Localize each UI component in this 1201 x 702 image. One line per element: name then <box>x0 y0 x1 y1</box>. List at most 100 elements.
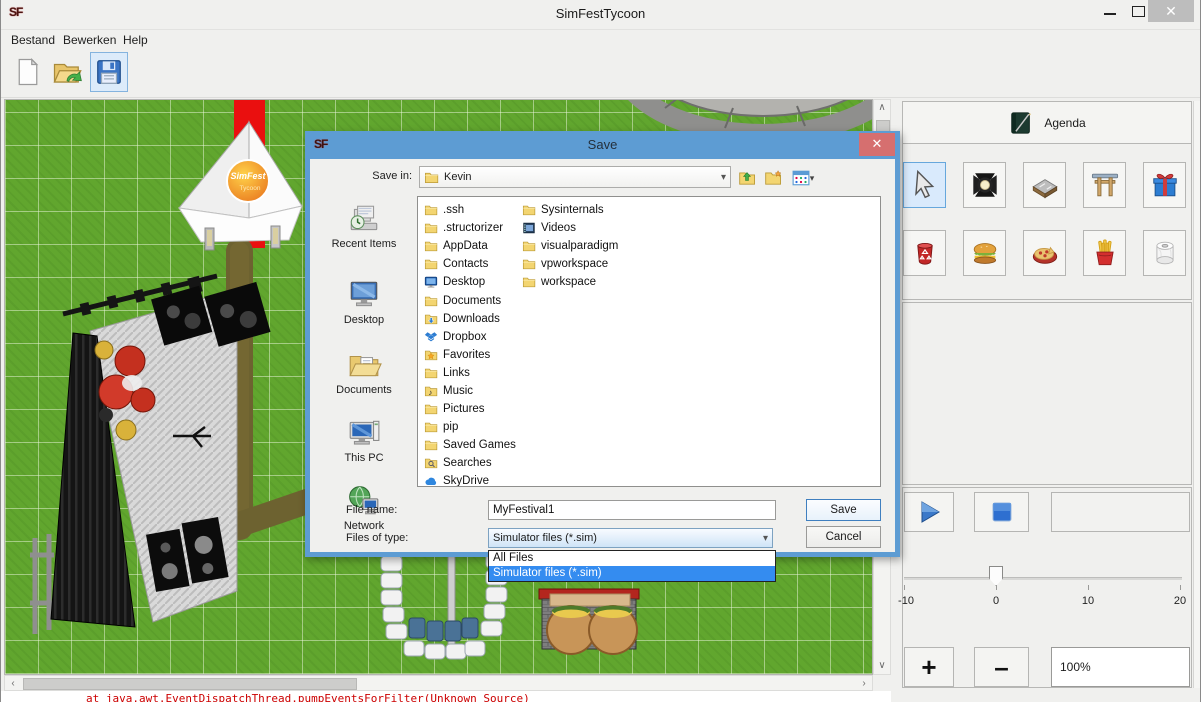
new-folder-button[interactable] <box>762 168 784 188</box>
window-title: SimFestTycoon <box>1 6 1200 21</box>
up-one-level-button[interactable] <box>736 168 758 188</box>
pizza-icon <box>1027 235 1063 271</box>
save-file-button[interactable] <box>90 52 128 92</box>
documents-icon <box>346 348 382 382</box>
titlebar: SF SimFestTycoon ✕ <box>1 0 1200 28</box>
menu-item-bestand[interactable]: Bestand <box>11 33 55 47</box>
zoom-out-button[interactable]: – <box>974 647 1029 687</box>
stage[interactable] <box>30 270 271 634</box>
file-item[interactable]: Pictures <box>424 400 516 418</box>
file-item[interactable]: .structorizer <box>424 219 516 237</box>
save-dialog: SF Save ✕ Save in: Kevin ▾ ▾ Recent Item… <box>305 131 900 557</box>
dialog-close-button[interactable]: ✕ <box>859 133 895 156</box>
file-item[interactable]: visualparadigm <box>522 237 618 255</box>
file-item[interactable]: pip <box>424 418 516 436</box>
file-item[interactable]: Searches <box>424 454 516 472</box>
file-name-label: File name: <box>346 504 397 516</box>
agenda-button[interactable]: Agenda <box>902 101 1192 144</box>
file-item[interactable]: Links <box>424 364 516 382</box>
scrollbar-corner <box>873 675 891 691</box>
canvas-horizontal-scrollbar[interactable]: ‹ › <box>4 675 873 691</box>
file-item[interactable]: Saved Games <box>424 436 516 454</box>
file-item[interactable]: Desktop <box>424 273 516 291</box>
chevron-down-icon: ▾ <box>763 533 768 544</box>
save-in-combobox[interactable]: Kevin ▾ <box>419 166 731 188</box>
tool-button-road[interactable] <box>1023 162 1066 208</box>
tool-button-burger[interactable] <box>963 230 1006 276</box>
file-item[interactable]: AppData <box>424 237 516 255</box>
torii-gate-icon <box>1087 167 1123 203</box>
new-folder-icon <box>764 169 782 187</box>
scroll-right-icon[interactable]: › <box>856 676 872 692</box>
zoom-in-button[interactable]: + <box>904 647 954 687</box>
scroll-left-icon[interactable]: ‹ <box>5 676 21 692</box>
dialog-title: Save <box>305 137 900 152</box>
file-item[interactable]: vpworkspace <box>522 255 618 273</box>
menu-item-bewerken[interactable]: Bewerken <box>63 33 116 47</box>
tool-button-pizza[interactable] <box>1023 230 1066 276</box>
speed-slider-track[interactable] <box>904 577 1182 580</box>
place-documents[interactable]: Documents <box>318 348 410 408</box>
tool-button-fries[interactable] <box>1083 230 1126 276</box>
place-this-pc[interactable]: This PC <box>318 416 410 476</box>
cursor-icon <box>907 167 943 203</box>
minus-icon: – <box>994 657 1008 677</box>
option-all-files[interactable]: All Files <box>489 551 775 566</box>
festival-tent[interactable]: SimFest Tycoon <box>179 122 302 250</box>
file-type-combobox[interactable]: Simulator files (*.sim) ▾ <box>488 528 773 548</box>
file-item[interactable]: Sysinternals <box>522 201 618 219</box>
tool-button-spotlight[interactable] <box>963 162 1006 208</box>
stop-button[interactable] <box>974 492 1029 532</box>
tool-button-gift[interactable] <box>1143 162 1186 208</box>
panel-scrollbar[interactable] <box>1193 101 1201 688</box>
file-item[interactable]: Downloads <box>424 310 516 328</box>
folder-icon <box>424 402 438 416</box>
burger-icon <box>967 235 1003 271</box>
tool-button-trash[interactable] <box>903 230 946 276</box>
horizontal-scroll-thumb[interactable] <box>23 678 357 690</box>
road-tile-icon <box>1027 167 1063 203</box>
burger-stand[interactable] <box>539 589 639 654</box>
file-name-input[interactable] <box>488 500 776 520</box>
zoom-value-field[interactable]: 100% <box>1051 647 1190 687</box>
file-item[interactable]: .ssh <box>424 201 516 219</box>
file-item[interactable]: Music <box>424 382 516 400</box>
open-file-icon <box>52 57 82 87</box>
file-item[interactable]: Contacts <box>424 255 516 273</box>
save-in-value: Kevin <box>444 171 472 183</box>
folder-icon <box>424 438 438 452</box>
place-desktop[interactable]: Desktop <box>318 278 410 338</box>
file-item[interactable]: Favorites <box>424 346 516 364</box>
scroll-down-icon[interactable]: ∨ <box>874 658 890 674</box>
option-simulator-files[interactable]: Simulator files (*.sim) <box>489 566 775 581</box>
play-button[interactable] <box>904 492 954 532</box>
new-file-button[interactable] <box>9 52 47 92</box>
dialog-titlebar[interactable]: SF Save ✕ <box>305 131 900 159</box>
file-item[interactable]: Videos <box>522 219 618 237</box>
view-menu-button[interactable]: ▾ <box>788 168 818 188</box>
save-button[interactable]: Save <box>806 499 881 521</box>
minimize-button[interactable] <box>1097 0 1123 22</box>
file-item[interactable]: Dropbox <box>424 328 516 346</box>
place-recent-items[interactable]: Recent Items <box>318 202 410 262</box>
file-item[interactable]: SkyDrive <box>424 472 516 487</box>
scroll-up-icon[interactable]: ∧ <box>874 100 890 116</box>
videos-film-icon <box>522 221 536 235</box>
cancel-button[interactable]: Cancel <box>806 526 881 548</box>
file-item[interactable]: workspace <box>522 273 618 291</box>
close-button[interactable]: ✕ <box>1148 0 1194 22</box>
spotlight-icon <box>967 167 1003 203</box>
file-list[interactable]: .ssh .structorizer AppData Contacts Desk… <box>417 196 881 487</box>
dirt-path[interactable] <box>226 238 317 540</box>
skydrive-cloud-icon <box>424 474 438 487</box>
folder-icon <box>522 257 536 271</box>
console-strip: at java.awt.EventDispatchThread.pumpEven… <box>1 691 891 702</box>
menubar: Bestand Bewerken Help <box>1 29 1200 51</box>
menu-item-help[interactable]: Help <box>123 33 148 47</box>
tool-button-torii-gate[interactable] <box>1083 162 1126 208</box>
open-file-button[interactable] <box>48 52 86 92</box>
tool-button-cursor[interactable] <box>903 162 946 208</box>
tool-button-toilet-paper[interactable] <box>1143 230 1186 276</box>
arena-structure[interactable] <box>619 100 873 134</box>
file-item[interactable]: Documents <box>424 291 516 309</box>
